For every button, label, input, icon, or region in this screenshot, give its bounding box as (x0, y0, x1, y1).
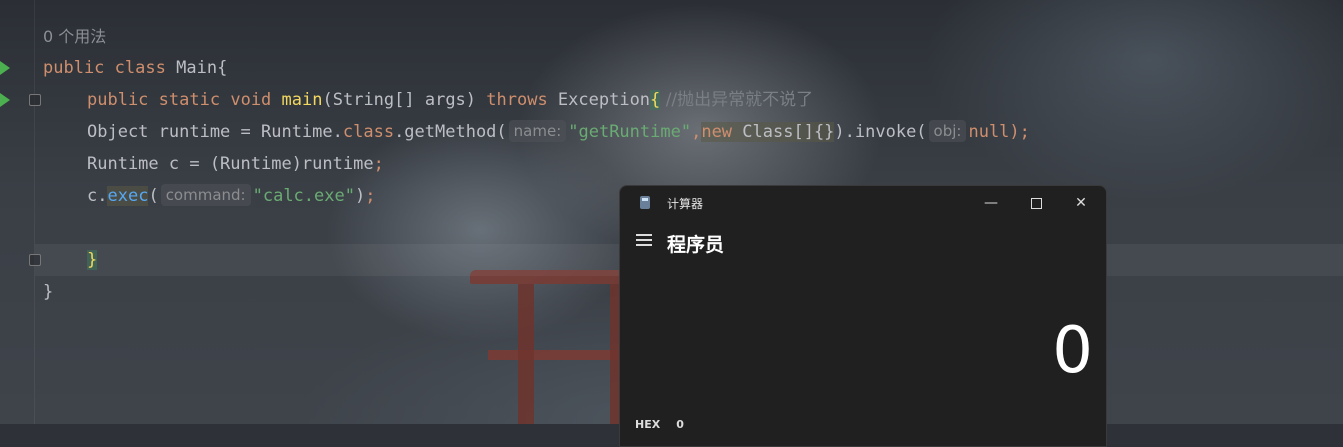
hex-row[interactable]: HEX 0 (635, 418, 684, 431)
window-title: 计算器 (667, 197, 704, 211)
calculator-mode-title: 程序员 (667, 234, 725, 256)
code-text: .getMethod( (394, 122, 507, 142)
minimize-button[interactable]: — (971, 191, 1011, 215)
keyword: class (114, 58, 166, 78)
code-text: Object runtime = Runtime. (87, 122, 343, 142)
semicolon: ; (373, 154, 384, 174)
method-call: exec (107, 186, 149, 206)
keyword-throws: throws (486, 90, 548, 110)
string-literal: "getRuntime" (568, 122, 692, 142)
hex-value: 0 (676, 418, 684, 431)
code-text: ); (1009, 122, 1030, 142)
editor-gutter (34, 0, 35, 424)
brace: { (217, 58, 228, 78)
matched-brace: { (650, 90, 661, 110)
calculator-window[interactable]: 计算器 — ✕ 程序员 0 HEX 0 (619, 185, 1107, 447)
code-line-7[interactable]: } (87, 245, 98, 275)
hex-label: HEX (635, 418, 661, 431)
maximize-icon (1030, 197, 1042, 209)
brace: } (43, 282, 54, 302)
method-name: main (281, 90, 323, 110)
calculator-app-icon (640, 196, 650, 209)
string-literal: "calc.exe" (252, 186, 355, 206)
calculator-titlebar[interactable]: 计算器 — ✕ (620, 186, 1106, 220)
code-line-4[interactable]: Runtime c = (Runtime)runtime; (87, 149, 384, 179)
code-text: ) (354, 186, 366, 206)
code-text: ).invoke( (834, 122, 927, 142)
hamburger-menu-icon[interactable] (636, 234, 652, 246)
fold-end-icon[interactable] (29, 254, 41, 266)
code-text: ( (148, 186, 159, 206)
code-line-8[interactable]: } (43, 277, 53, 307)
param-hint-command: command: (160, 184, 251, 206)
keyword: public (43, 58, 105, 78)
array-braces: {} (813, 122, 835, 142)
code-text: c. (87, 186, 108, 206)
run-class-icon[interactable] (0, 61, 10, 75)
code-line-5[interactable]: c.exec(command: "calc.exe"); (87, 181, 375, 211)
fold-toggle-icon[interactable] (29, 94, 41, 106)
code-line-2[interactable]: public static void main(String[] args) t… (87, 85, 813, 115)
keyword: public (87, 90, 149, 110)
param-hint-obj: obj: (928, 120, 967, 142)
code-text: Runtime c = (Runtime)runtime (87, 154, 374, 174)
comma: , (691, 122, 702, 142)
keyword: new (701, 122, 733, 142)
comment: //抛出异常就不说了 (660, 90, 814, 110)
code-line-3[interactable]: Object runtime = Runtime.class.getMethod… (87, 117, 1030, 147)
maximize-button[interactable] (1016, 191, 1056, 215)
matched-brace: } (87, 250, 98, 270)
keyword: static (158, 90, 221, 110)
code-line-1[interactable]: public class Main{ (43, 53, 227, 83)
usage-hint[interactable]: 0 个用法 (43, 22, 106, 52)
calculator-display: 0 (1052, 314, 1093, 388)
code-text: Class[] (732, 122, 814, 142)
param-hint-name: name: (508, 120, 567, 142)
close-button[interactable]: ✕ (1061, 191, 1101, 215)
semicolon: ; (365, 186, 376, 206)
run-main-icon[interactable] (0, 93, 10, 107)
keyword: class (342, 122, 395, 142)
class-name: Main (176, 58, 218, 78)
null-literal: null (968, 122, 1010, 142)
exception-type: Exception (547, 90, 651, 110)
params: (String[] args) (322, 90, 487, 110)
keyword: void (230, 90, 272, 110)
